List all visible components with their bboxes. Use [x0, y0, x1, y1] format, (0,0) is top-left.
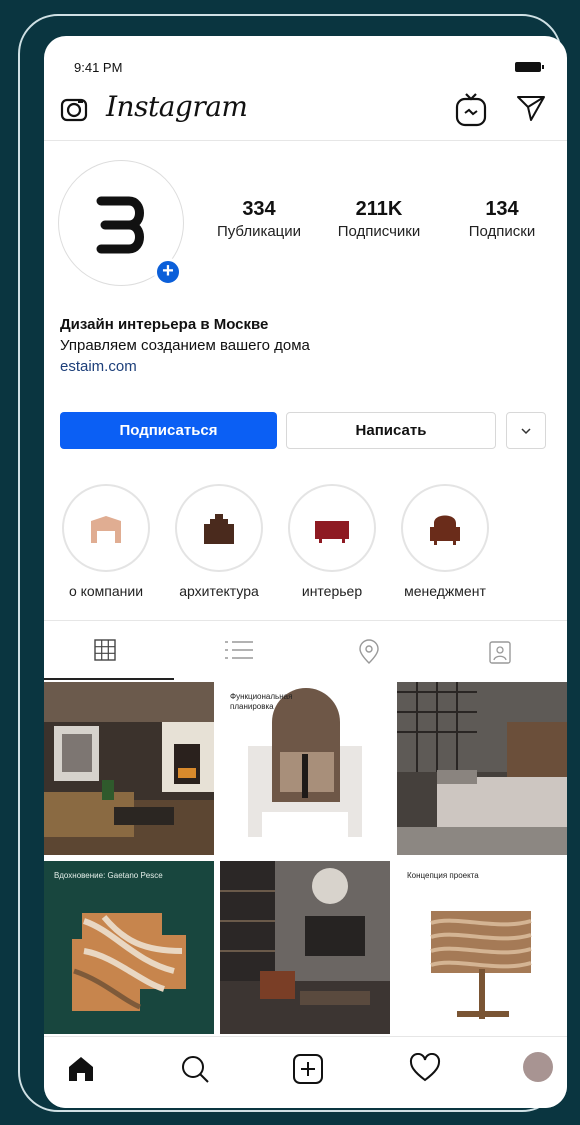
building-icon	[91, 516, 121, 543]
profile-link[interactable]: estaim.com	[60, 356, 310, 377]
camera-icon[interactable]	[60, 96, 88, 129]
header-divider	[44, 140, 567, 141]
profile-tabs	[44, 621, 567, 681]
profile-description: Управляем созданием вашего дома	[60, 337, 310, 354]
stat-following-count: 134	[485, 198, 519, 220]
post-caption: Вдохновение: Gaetano Pesce	[54, 871, 163, 880]
post-thumbnail[interactable]: Концепция проекта	[397, 861, 567, 1034]
suggestions-dropdown-button[interactable]	[506, 412, 546, 449]
sofa-icon	[315, 521, 349, 543]
post-caption: Функциональная планировка	[230, 692, 293, 711]
igtv-icon[interactable]	[454, 92, 488, 133]
stat-following[interactable]: 134 Подписки	[452, 198, 552, 240]
tagged-person-icon	[489, 641, 511, 664]
stat-posts-label: Публикации	[216, 223, 302, 240]
stat-following-label: Подписки	[468, 223, 536, 240]
bedroom-photo	[397, 682, 567, 855]
post-thumbnail[interactable]	[44, 682, 214, 855]
grid-icon	[94, 639, 116, 661]
post-thumbnail[interactable]	[220, 861, 390, 1034]
follow-button[interactable]: Подписаться	[60, 412, 277, 449]
post-caption: Концепция проекта	[407, 871, 479, 880]
post-thumbnail[interactable]	[397, 682, 567, 855]
tab-location[interactable]	[357, 639, 381, 670]
status-bar: 9:41 PM	[44, 36, 567, 78]
active-tab-indicator	[44, 678, 174, 680]
highlight-interior[interactable]: интерьер	[287, 484, 377, 599]
highlight-architecture[interactable]: архитектура	[174, 484, 264, 599]
instagram-logo: Instagram	[106, 90, 248, 123]
tab-grid[interactable]	[94, 639, 116, 666]
stat-followers-label: Подписчики	[337, 223, 421, 240]
post-thumbnail[interactable]: Функциональная планировка	[220, 682, 390, 855]
stat-followers-count: 211K	[355, 198, 403, 220]
profile-bio: Дизайн интерьера в Москве Управляем созд…	[60, 314, 310, 377]
heart-icon[interactable]	[409, 1052, 441, 1088]
list-icon	[225, 641, 253, 659]
stat-followers[interactable]: 211K Подписчики	[322, 198, 436, 240]
direct-message-icon[interactable]	[516, 94, 546, 127]
tab-tagged[interactable]	[488, 639, 512, 670]
battery-icon	[515, 62, 544, 72]
home-icon[interactable]	[66, 1053, 96, 1088]
post-thumbnail[interactable]: Вдохновение: Gaetano Pesce	[44, 861, 214, 1034]
message-button[interactable]: Написать	[286, 412, 496, 449]
highlight-label: менеджмент	[404, 583, 486, 599]
profile-avatar-icon[interactable]	[522, 1051, 554, 1088]
location-pin-icon	[359, 639, 379, 664]
top-bar: Instagram	[44, 88, 567, 136]
bottom-navigation	[44, 1036, 567, 1108]
new-post-icon[interactable]	[292, 1053, 324, 1090]
phone-screen: 9:41 PM Instagram + 334 Публикации 211K …	[44, 36, 567, 1108]
marble-collage	[44, 861, 214, 1034]
highlight-about[interactable]: о компании	[61, 484, 151, 599]
chevron-down-icon	[521, 427, 531, 434]
status-time: 9:41 PM	[74, 60, 123, 75]
interior-photo	[44, 682, 214, 855]
armchair-icon	[430, 515, 460, 545]
highlight-label: интерьер	[301, 583, 363, 599]
stat-posts[interactable]: 334 Публикации	[204, 198, 314, 240]
stat-posts-count: 334	[242, 198, 276, 220]
highlight-label: архитектура	[179, 583, 259, 599]
concept-collage	[397, 861, 567, 1034]
highlight-label: о компании	[68, 583, 144, 599]
living-room-photo	[220, 861, 390, 1034]
add-story-button[interactable]: +	[154, 258, 182, 286]
profile-name: Дизайн интерьера в Москве	[60, 316, 269, 333]
highlight-management[interactable]: менеджмент	[400, 484, 490, 599]
search-icon[interactable]	[179, 1053, 211, 1090]
building-icon	[204, 514, 234, 544]
tab-list[interactable]	[224, 639, 254, 666]
